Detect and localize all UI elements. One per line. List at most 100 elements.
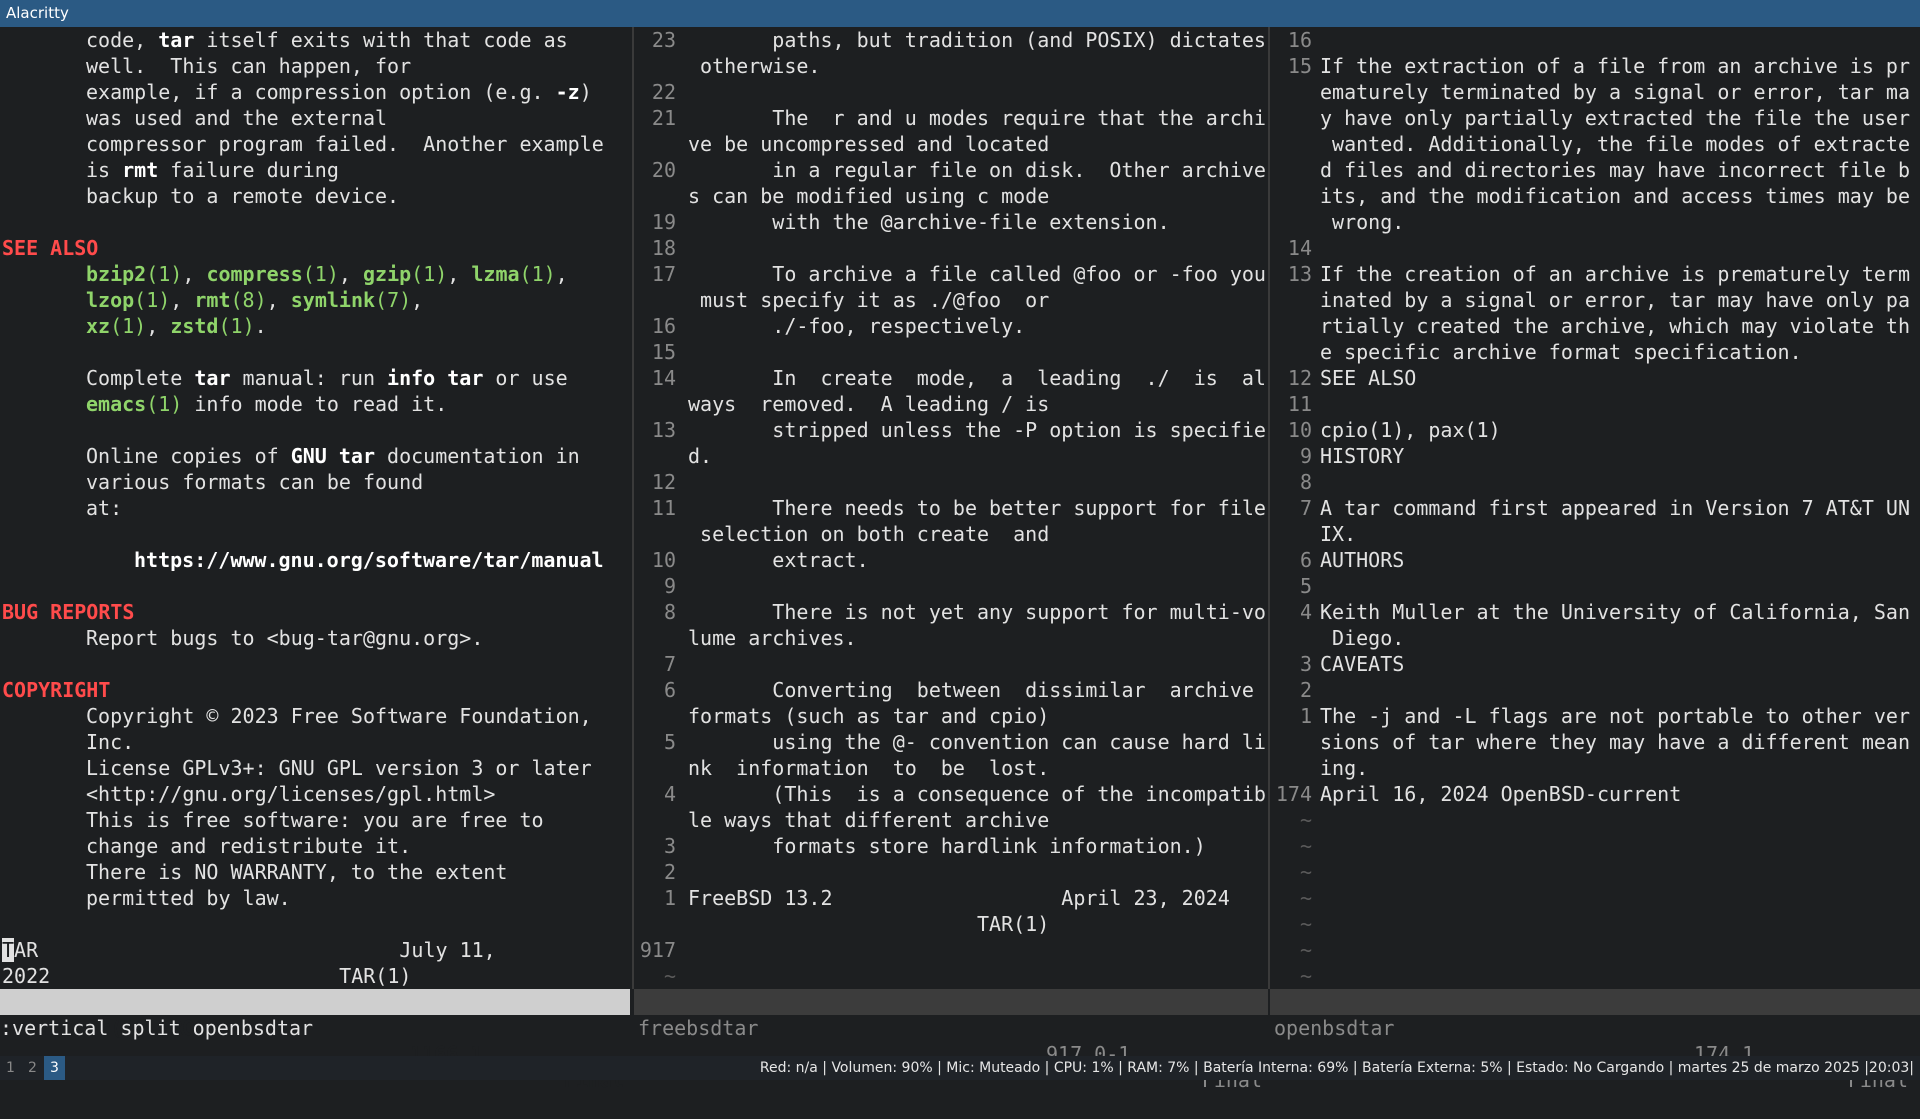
buffer-line: 1 FreeBSD 13.2 April 23, 2024: [636, 885, 1230, 911]
line-number: 13: [651, 418, 676, 442]
middle-pane-freebsdtar[interactable]: 23 paths, but tradition (and POSIX) dict…: [636, 27, 1266, 989]
buffer-line: 12 SEE ALSO: [1272, 365, 1416, 391]
line-number: 11: [1287, 392, 1312, 416]
line-text: There needs to be better support for fil…: [688, 496, 1266, 520]
buffer-line: 4 (This is a consequence of the incompat…: [636, 781, 1266, 807]
buffer-line: 18: [636, 235, 688, 261]
line-number: 9: [663, 574, 676, 598]
status-line-middle[interactable]: freebsdtar 917,0-1 Final: [634, 989, 1268, 1092]
man-link[interactable]: lzma: [471, 262, 519, 286]
section-heading-see-also: SEE ALSO: [2, 236, 99, 260]
buffer-line: 16 ./-foo, respectively.: [636, 313, 1025, 339]
line-text: (This is a consequence of the incompatib: [688, 782, 1266, 806]
text-cursor: T: [2, 938, 15, 962]
buffer-line: otherwise.: [636, 53, 820, 79]
line-number: ~: [1299, 808, 1312, 832]
man-link[interactable]: gzip: [363, 262, 411, 286]
man-link[interactable]: lzop: [86, 288, 134, 312]
workspace-1[interactable]: 1: [0, 1056, 21, 1080]
man-footer: TAR July 11,: [2, 938, 496, 962]
line-text: must specify it as ./@foo or: [688, 288, 1050, 312]
man-link[interactable]: zstd: [170, 314, 218, 338]
man-link: emacs: [86, 392, 147, 416]
line-number: 23: [651, 28, 676, 52]
status-line-right[interactable]: openbsdtar 174,1 Final: [1270, 989, 1920, 1092]
line-number: ~: [1299, 938, 1312, 962]
line-text: using the @- convention can cause hard l…: [688, 730, 1266, 754]
buffer-line: formats (such as tar and cpio): [636, 703, 1049, 729]
pane-separator[interactable]: [632, 27, 634, 989]
line-number: 1: [1299, 704, 1312, 728]
man-line: There is NO WARRANTY, to the extent: [86, 860, 508, 884]
buffer-line: selection on both create and: [636, 521, 1049, 547]
line-number: 1: [663, 886, 676, 910]
buffer-line: 5: [1272, 573, 1320, 599]
line-number: 13: [1287, 262, 1312, 286]
line-number: 8: [663, 600, 676, 624]
man-link[interactable]: rmt: [194, 288, 230, 312]
man-line: This is free software: you are free to: [86, 808, 544, 832]
man-section-number: (1): [134, 288, 171, 312]
line-text: d files and directories may have incorre…: [1320, 158, 1911, 182]
line-number: ~: [1299, 886, 1312, 910]
line-number: 5: [1299, 574, 1312, 598]
left-pane-manpage[interactable]: code, tar itself exits with that code as…: [0, 27, 630, 989]
line-number: 4: [663, 782, 676, 806]
line-text: To archive a file called @foo or -foo yo…: [688, 262, 1266, 286]
separator: ,: [447, 262, 472, 286]
pane-separator[interactable]: [1268, 27, 1270, 989]
line-text: formats store hardlink information.): [688, 834, 1206, 858]
terminal[interactable]: code, tar itself exits with that code as…: [0, 27, 1920, 1092]
man-line: compressor program failed. Another examp…: [86, 132, 604, 156]
vim-command-line[interactable]: :vertical split openbsdtar: [0, 1015, 313, 1041]
buffer-line: IX.: [1272, 521, 1356, 547]
line-text: wanted. Additionally, the file modes of …: [1320, 132, 1911, 156]
line-number: 3: [663, 834, 676, 858]
line-number: 9: [1299, 444, 1312, 468]
line-number: 19: [651, 210, 676, 234]
line-number: ~: [663, 964, 676, 988]
manual-url[interactable]: https://www.gnu.org/software/tar/manual: [134, 547, 604, 573]
line-number: 11: [651, 496, 676, 520]
line-text: There is not yet any support for multi-v…: [688, 600, 1266, 624]
buffer-line: 20 in a regular file on disk. Other arch…: [636, 157, 1266, 183]
line-number: 21: [651, 106, 676, 130]
man-line: was used and the external: [86, 106, 388, 130]
line-number: 5: [663, 730, 676, 754]
line-number: ~: [1299, 834, 1312, 858]
line-text: stripped unless the -P option is specifi…: [688, 418, 1266, 442]
line-text: sions of tar where they may have a diffe…: [1320, 730, 1911, 754]
line-number: 12: [1287, 366, 1312, 390]
buffer-line: must specify it as ./@foo or: [636, 287, 1049, 313]
buffer-line: 14 In create mode, a leading ./ is al: [636, 365, 1266, 391]
workspace-3[interactable]: 3: [44, 1056, 65, 1080]
line-text: with the @archive-file extension.: [688, 210, 1170, 234]
buffer-line: 14: [1272, 235, 1320, 261]
man-line: at:: [86, 496, 123, 520]
line-text: AUTHORS: [1320, 548, 1405, 572]
line-text: The r and u modes require that the archi: [688, 106, 1266, 130]
separator: ,: [182, 262, 207, 286]
man-link[interactable]: symlink: [291, 288, 375, 312]
man-link[interactable]: compress: [206, 262, 302, 286]
line-text: rtially created the archive, which may v…: [1320, 314, 1911, 338]
man-link[interactable]: xz: [86, 314, 110, 338]
line-text: A tar command first appeared in Version …: [1320, 496, 1911, 520]
buffer-line: its, and the modification and access tim…: [1272, 183, 1910, 209]
line-number: 2: [663, 860, 676, 884]
separator: ,: [266, 288, 291, 312]
line-number: 2: [1299, 678, 1312, 702]
status-line-left[interactable]: man://tar(1) [RO] 1166,1 Final: [0, 989, 630, 1092]
man-link[interactable]: bzip2: [86, 262, 146, 286]
buffer-line: ways removed. A leading / is: [636, 391, 1049, 417]
buffer-line: 11: [1272, 391, 1320, 417]
line-text: ve be uncompressed and located: [688, 132, 1050, 156]
workspace-2[interactable]: 2: [22, 1056, 43, 1080]
line-number: 6: [663, 678, 676, 702]
right-pane-openbsdtar[interactable]: 16 15 If the extraction of a file from an …: [1272, 27, 1920, 989]
line-number: 18: [651, 236, 676, 260]
status-filename: openbsdtar: [1274, 1016, 1395, 1040]
buffer-line: 2: [636, 859, 688, 885]
line-text: Diego.: [1320, 626, 1405, 650]
separator: ,: [170, 288, 195, 312]
